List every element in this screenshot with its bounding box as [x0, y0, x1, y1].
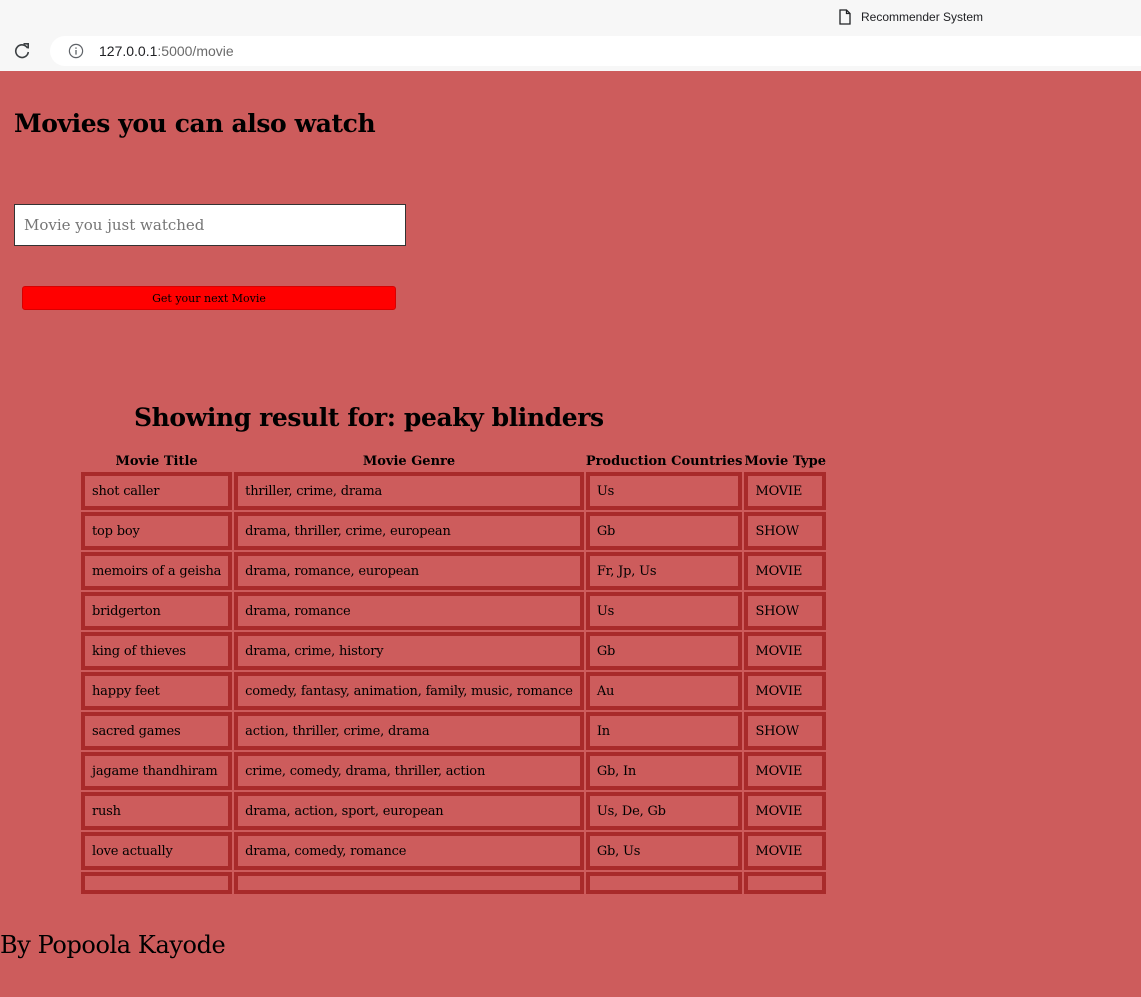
cell-title: happy feet	[81, 672, 233, 710]
get-next-movie-button[interactable]: Get your next Movie	[22, 286, 396, 310]
movie-search-input[interactable]	[14, 204, 406, 246]
cell-countries: Gb	[585, 512, 743, 550]
cell-title: bridgerton	[81, 592, 233, 630]
cell-countries: Fr, Jp, Us	[585, 552, 743, 590]
cell-genre: comedy, fantasy, animation, family, musi…	[234, 672, 584, 710]
cell-title: king of thieves	[81, 632, 233, 670]
table-row: top boy drama, thriller, crime, european…	[81, 512, 826, 550]
cell-title: jagame thandhiram	[81, 752, 233, 790]
cell-type	[744, 872, 826, 894]
table-row: bridgerton drama, romance Us SHOW	[81, 592, 826, 630]
table-row: king of thieves drama, crime, history Gb…	[81, 632, 826, 670]
cell-countries: In	[585, 712, 743, 750]
info-icon[interactable]	[68, 43, 84, 59]
url-path: :5000/movie	[157, 43, 234, 59]
cell-type: MOVIE	[744, 552, 826, 590]
cell-countries	[585, 872, 743, 894]
title-bar: Recommender System	[0, 0, 1141, 34]
author-footer: By Popoola Kayode	[0, 931, 226, 959]
result-heading: Showing result for: peaky blinders	[134, 403, 604, 432]
cell-genre: drama, crime, history	[234, 632, 584, 670]
cell-genre: crime, comedy, drama, thriller, action	[234, 752, 584, 790]
cell-title: love actually	[81, 832, 233, 870]
cell-title: top boy	[81, 512, 233, 550]
url-host: 127.0.0.1	[99, 43, 158, 59]
cell-type: SHOW	[744, 592, 826, 630]
cell-countries: Gb	[585, 632, 743, 670]
table-row: sacred games action, thriller, crime, dr…	[81, 712, 826, 750]
cell-countries: Gb, In	[585, 752, 743, 790]
cell-countries: Us	[585, 472, 743, 510]
browser-chrome: Recommender System 127.0.0.1:5000/movie	[0, 0, 1141, 71]
table-row: love actually drama, comedy, romance Gb,…	[81, 832, 826, 870]
navigation-bar: 127.0.0.1:5000/movie	[0, 34, 1141, 71]
cell-genre	[234, 872, 584, 894]
cell-genre: thriller, crime, drama	[234, 472, 584, 510]
cell-title: rush	[81, 792, 233, 830]
table-row: happy feet comedy, fantasy, animation, f…	[81, 672, 826, 710]
table-row: jagame thandhiram crime, comedy, drama, …	[81, 752, 826, 790]
cell-type: MOVIE	[744, 792, 826, 830]
cell-title: memoirs of a geisha	[81, 552, 233, 590]
cell-countries: Us	[585, 592, 743, 630]
header-production-countries: Production Countries	[585, 454, 743, 469]
page-content: Movies you can also watch Get your next …	[0, 71, 1141, 997]
cell-genre: drama, action, sport, european	[234, 792, 584, 830]
table-row: shot caller thriller, crime, drama Us MO…	[81, 472, 826, 510]
page-title: Movies you can also watch	[14, 109, 376, 138]
cell-genre: drama, thriller, crime, european	[234, 512, 584, 550]
cell-type: MOVIE	[744, 632, 826, 670]
tab-title: Recommender System	[861, 10, 984, 24]
table-header-row: Movie Title Movie Genre Production Count…	[81, 454, 826, 470]
url-text: 127.0.0.1:5000/movie	[99, 43, 234, 59]
table-row: rush drama, action, sport, european Us, …	[81, 792, 826, 830]
cell-title: sacred games	[81, 712, 233, 750]
cell-type: SHOW	[744, 712, 826, 750]
cell-genre: drama, comedy, romance	[234, 832, 584, 870]
cell-title	[81, 872, 233, 894]
cell-type: MOVIE	[744, 832, 826, 870]
header-movie-genre: Movie Genre	[362, 454, 456, 469]
cell-title: shot caller	[81, 472, 233, 510]
cell-type: MOVIE	[744, 672, 826, 710]
reload-icon[interactable]	[12, 41, 32, 61]
browser-tab[interactable]: Recommender System	[838, 6, 983, 28]
cell-countries: Gb, Us	[585, 832, 743, 870]
address-bar[interactable]: 127.0.0.1:5000/movie	[50, 36, 1141, 66]
cell-type: SHOW	[744, 512, 826, 550]
table-row: memoirs of a geisha drama, romance, euro…	[81, 552, 826, 590]
cell-genre: action, thriller, crime, drama	[234, 712, 584, 750]
results-table: Movie Title Movie Genre Production Count…	[79, 452, 828, 896]
page-icon	[838, 9, 852, 25]
header-movie-type: Movie Type	[744, 454, 826, 469]
cell-type: MOVIE	[744, 752, 826, 790]
cell-countries: Us, De, Gb	[585, 792, 743, 830]
header-movie-title: Movie Title	[115, 454, 198, 469]
cell-countries: Au	[585, 672, 743, 710]
cell-genre: drama, romance, european	[234, 552, 584, 590]
cell-genre: drama, romance	[234, 592, 584, 630]
table-row-empty	[81, 872, 826, 894]
cell-type: MOVIE	[744, 472, 826, 510]
